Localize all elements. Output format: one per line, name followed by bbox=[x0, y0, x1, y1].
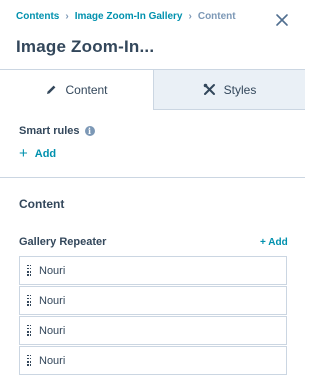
drag-handle-icon[interactable] bbox=[27, 264, 31, 277]
repeater-item[interactable]: Nouri bbox=[19, 256, 287, 285]
breadcrumb-current: Content bbox=[197, 11, 236, 22]
plus-icon: + bbox=[19, 145, 28, 162]
repeater-item-label: Nouri bbox=[39, 264, 66, 277]
gallery-repeater-add-button[interactable]: + Add bbox=[260, 237, 288, 248]
breadcrumb-module[interactable]: Image Zoom-In Gallery bbox=[75, 11, 183, 22]
drag-handle-icon[interactable] bbox=[27, 294, 31, 307]
repeater-item-label: Nouri bbox=[39, 324, 66, 337]
content-section-title: Content bbox=[19, 197, 65, 211]
section-divider bbox=[0, 177, 305, 178]
page-title: Image Zoom-In... bbox=[16, 37, 155, 56]
repeater-item[interactable]: Nouri bbox=[19, 346, 287, 375]
tab-styles[interactable]: Styles bbox=[154, 70, 305, 110]
close-icon[interactable] bbox=[275, 13, 289, 27]
breadcrumb-separator: › bbox=[188, 11, 192, 22]
gallery-repeater-label: Gallery Repeater bbox=[19, 236, 107, 248]
breadcrumb-contents[interactable]: Contents bbox=[16, 11, 59, 22]
tab-content[interactable]: Content bbox=[0, 70, 154, 110]
drag-handle-icon[interactable] bbox=[27, 324, 31, 337]
drag-handle-icon[interactable] bbox=[27, 354, 31, 367]
breadcrumb: Contents › Image Zoom-In Gallery › Conte… bbox=[16, 11, 236, 22]
tab-styles-label: Styles bbox=[223, 82, 257, 97]
info-icon[interactable]: i bbox=[84, 126, 95, 136]
tab-content-label: Content bbox=[65, 83, 108, 97]
pencil-icon bbox=[47, 85, 56, 94]
add-smart-rule-button[interactable]: + Add bbox=[19, 145, 57, 162]
repeater-item-label: Nouri bbox=[39, 354, 66, 367]
panel-header: Contents › Image Zoom-In Gallery › Conte… bbox=[0, 0, 305, 70]
editor-tabs: Content Styles bbox=[0, 69, 305, 110]
breadcrumb-separator: › bbox=[65, 11, 69, 22]
repeater-item-label: Nouri bbox=[39, 294, 66, 307]
smart-rules-heading: Smart rules i bbox=[19, 125, 95, 137]
repeater-item[interactable]: Nouri bbox=[19, 286, 287, 315]
repeater-item[interactable]: Nouri bbox=[19, 316, 287, 345]
smart-rules-label: Smart rules bbox=[19, 125, 80, 137]
gallery-repeater-list: Nouri Nouri Nouri Nouri bbox=[19, 256, 287, 376]
wrench-screwdriver-icon bbox=[203, 83, 215, 95]
add-smart-rule-label: Add bbox=[34, 148, 57, 160]
